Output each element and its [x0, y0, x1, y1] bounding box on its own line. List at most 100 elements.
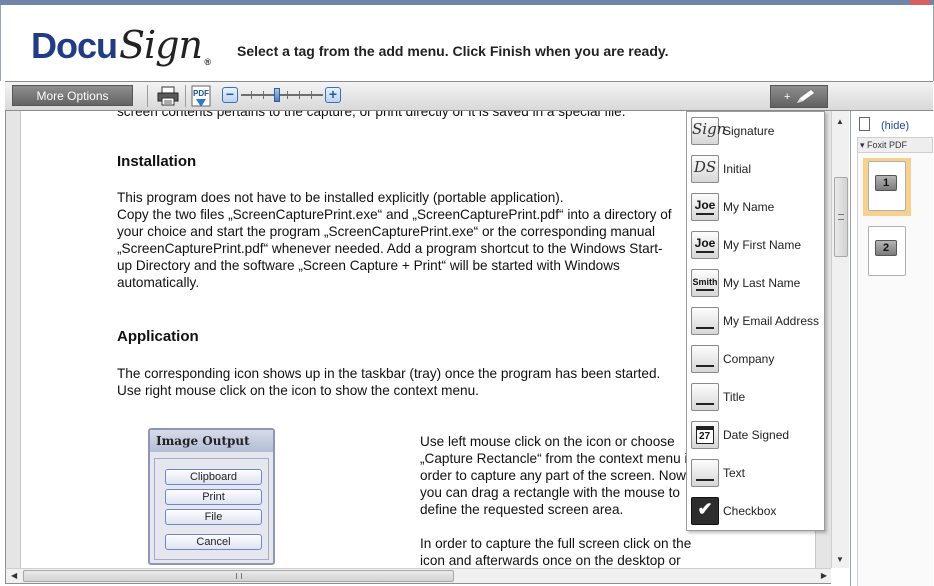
logo-registered-mark: ® — [204, 57, 211, 67]
scroll-left-arrow[interactable]: ◀ — [11, 571, 17, 580]
cancel-button-image: Cancel — [165, 534, 262, 550]
page-thumbnail-2[interactable]: 2 — [863, 223, 911, 281]
pen-icon — [797, 90, 814, 103]
installation-line: automatically. — [117, 275, 200, 290]
application-heading: Application — [117, 328, 199, 345]
zoom-tick — [311, 91, 312, 99]
zoom-tick — [287, 91, 288, 99]
installation-heading: Installation — [117, 153, 197, 170]
checkbox-icon: ✔ — [691, 497, 719, 525]
tag-menu-item-initial[interactable]: DS Initial — [687, 150, 825, 188]
pdf-download-icon[interactable]: PDF — [191, 85, 213, 109]
horizontal-scroll-thumb[interactable] — [23, 570, 454, 582]
hide-label: (hide) — [881, 120, 910, 132]
zoom-out-button[interactable]: − — [222, 87, 238, 103]
title-icon — [691, 383, 719, 411]
toolbar-divider — [147, 85, 148, 107]
print-icon[interactable] — [157, 86, 179, 106]
installation-line: Copy the two files „ScreenCapturePrint.e… — [117, 207, 672, 222]
horizontal-scrollbar[interactable]: ◀ ▶ — [5, 568, 831, 584]
toolbar: More Options PDF − + + — [5, 81, 933, 111]
page-number: 1 — [875, 175, 897, 191]
header: DocuSign ® Select a tag from the add men… — [0, 5, 934, 81]
email-icon — [691, 307, 719, 335]
signature-icon: Sign — [691, 117, 727, 145]
page-number: 2 — [875, 240, 897, 256]
tag-label: Initial — [723, 162, 752, 176]
tag-menu-item-email[interactable]: My Email Address — [687, 302, 825, 340]
vertical-scroll-thumb[interactable] — [834, 177, 848, 257]
tag-label: Checkbox — [723, 504, 777, 518]
checkbox-icon-glyph: ✔ — [697, 499, 713, 519]
zoom-tick — [263, 91, 264, 99]
vertical-scrollbar[interactable]: ▲ ▼ — [831, 111, 849, 568]
zoom-slider-track[interactable] — [241, 91, 323, 99]
zoom-tick — [299, 91, 300, 99]
installation-line: „ScreenCapturePrint.pdf“ whenever needed… — [117, 241, 663, 256]
page-thumbnail-sidebar: (hide) ▾ Foxit PDF 1 2 — [850, 111, 934, 586]
zoom-tick — [251, 91, 252, 99]
scroll-up-arrow[interactable]: ▲ — [836, 117, 844, 126]
installation-line: This program does not have to be install… — [117, 190, 564, 205]
installation-line: your choice and start the program „Scree… — [117, 224, 655, 239]
name-icon-glyph: Joe — [694, 198, 716, 212]
tag-menu-item-last-name[interactable]: Smith My Last Name — [687, 264, 825, 302]
print-button-image: Print — [165, 489, 262, 505]
fullscreen-line: icon and afterwards once on the desktop … — [420, 553, 681, 568]
foxit-label: Foxit PDF — [867, 140, 908, 150]
tag-menu-item-first-name[interactable]: Joe My First Name — [687, 226, 825, 264]
zoom-in-button[interactable]: + — [325, 87, 341, 103]
docusign-logo: DocuSign ® — [31, 23, 211, 67]
calendar-icon-glyph: 27 — [698, 431, 711, 442]
text-icon — [691, 459, 719, 487]
add-tag-plus: + — [784, 91, 791, 103]
name-icon: Joe — [691, 193, 719, 221]
installation-line: up Directory and the software „Screen Ca… — [117, 258, 620, 273]
signature-icon-glyph: Sign — [692, 120, 727, 138]
document-icon — [859, 117, 870, 131]
tag-menu-item-my-name[interactable]: Joe My Name — [687, 188, 825, 226]
zoom-slider-thumb[interactable] — [274, 88, 280, 102]
initial-icon: DS — [691, 155, 719, 183]
tag-menu-item-text[interactable]: Text — [687, 454, 825, 492]
application-line: The corresponding icon shows up in the t… — [117, 366, 661, 381]
first-name-icon-glyph: Joe — [694, 236, 716, 250]
scroll-down-arrow[interactable]: ▼ — [836, 555, 844, 564]
tag-label: Title — [723, 390, 746, 404]
tag-label: My Last Name — [723, 276, 801, 290]
toolbar-divider — [185, 85, 186, 107]
tag-menu-item-date-signed[interactable]: 27 Date Signed — [687, 416, 825, 454]
scroll-grip — [838, 214, 844, 220]
tag-label: My Name — [723, 200, 775, 214]
dialog-button-group: Clipboard Print File Cancel — [154, 458, 269, 560]
logo-text-sign: Sign — [119, 23, 203, 67]
dialog-title: Image Output — [150, 430, 273, 452]
tag-label: My First Name — [723, 238, 801, 252]
initial-icon-glyph: DS — [693, 158, 717, 176]
foxit-pdf-section[interactable]: ▾ Foxit PDF — [857, 137, 933, 153]
scroll-grip — [236, 573, 242, 579]
page-thumbnail-1[interactable]: 1 — [863, 158, 911, 216]
calendar-icon: 27 — [691, 421, 719, 449]
tag-label: Company — [723, 352, 775, 366]
document-cut-line: screen contents pertains to the capture,… — [117, 111, 626, 119]
tag-menu-item-checkbox[interactable]: ✔ Checkbox — [687, 492, 825, 530]
tag-label: Signature — [723, 124, 775, 138]
clipboard-button-image: Clipboard — [165, 469, 262, 485]
tag-label: My Email Address — [723, 314, 820, 328]
scroll-right-arrow[interactable]: ▶ — [821, 571, 827, 580]
tag-label: Date Signed — [723, 428, 790, 442]
last-name-icon-glyph: Smith — [692, 277, 718, 287]
application-line: Use right mouse click on the icon to sho… — [117, 383, 479, 398]
add-tag-menu: Sign Signature DS Initial Joe My Name Jo… — [686, 111, 825, 531]
fullscreen-line: In order to capture the full screen clic… — [420, 536, 692, 551]
tag-menu-item-company[interactable]: Company — [687, 340, 825, 378]
add-tag-button[interactable]: + — [770, 85, 828, 108]
pdf-icon-label: PDF — [193, 89, 209, 98]
tag-menu-item-signature[interactable]: Sign Signature — [687, 112, 825, 150]
first-name-icon: Joe — [691, 231, 719, 259]
more-options-button[interactable]: More Options — [12, 85, 133, 106]
image-output-dialog-screenshot: Image Output Clipboard Print File Cancel — [148, 428, 275, 565]
tag-menu-item-title[interactable]: Title — [687, 378, 825, 416]
logo-text-docu: Docu — [31, 25, 118, 66]
